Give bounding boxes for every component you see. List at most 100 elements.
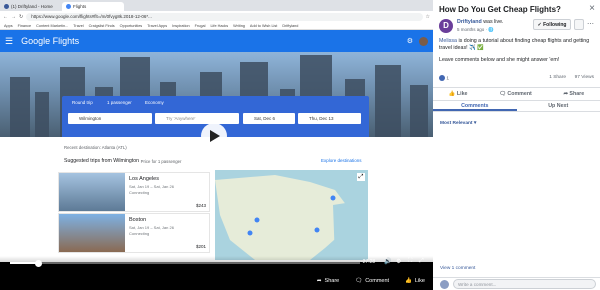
menu-icon[interactable]: ☰ xyxy=(5,36,13,47)
browser-tab[interactable]: (1) Driftyland - Home xyxy=(0,2,62,11)
bookmark[interactable]: Finance xyxy=(18,22,32,29)
bookmark[interactable]: Driftyland xyxy=(282,22,298,29)
bookmark[interactable]: Content Marketin... xyxy=(36,22,68,29)
share-label: Share xyxy=(324,278,340,284)
video-action-bar: ➦ Share 🗨 Comment 👍 Like xyxy=(0,272,433,290)
sort-label: Most Relevant xyxy=(440,121,473,126)
time-remaining: -27:28 xyxy=(361,259,376,265)
star-icon[interactable]: ☆ xyxy=(426,14,430,20)
bookmark[interactable]: Inspiration xyxy=(172,22,190,29)
post-status: was live. xyxy=(483,19,504,25)
destinations-map[interactable]: ⤢ xyxy=(215,170,368,260)
trip-card[interactable]: Boston Sat, Jan 19 – Sat, Jan 26 Connect… xyxy=(58,213,210,253)
progress-bar[interactable] xyxy=(10,259,360,267)
reload-icon[interactable]: ↻ xyxy=(19,14,23,20)
comment-input[interactable]: Write a comment... xyxy=(453,279,596,289)
comment-composer: Write a comment... xyxy=(433,277,600,290)
avatar[interactable] xyxy=(419,36,428,46)
post-message: Melissa is doing a tutorial about findin… xyxy=(439,38,595,52)
destination-field[interactable]: Try 'Anywhere' xyxy=(155,113,239,124)
facebook-icon xyxy=(4,4,9,9)
more-options-icon[interactable]: ⋯ xyxy=(587,20,594,28)
trip-type-select[interactable]: Round trip xyxy=(72,100,93,105)
explore-destinations-link[interactable]: Explore destinations xyxy=(321,158,362,163)
settings-icon[interactable]: ⚙ xyxy=(407,37,413,45)
recent-destination[interactable]: Recent destination: Atlanta (ATL) xyxy=(64,145,127,150)
comment-button[interactable]: 🗨 Comment xyxy=(355,278,389,284)
suggested-heading: Suggested trips from Wilmington xyxy=(64,158,139,164)
tab-label: (1) Driftyland - Home xyxy=(11,4,53,9)
bookmark[interactable]: Travel Apps xyxy=(147,22,167,29)
map-pin[interactable] xyxy=(314,227,320,233)
trip-dates: Sat, Jan 19 – Sat, Jan 26 xyxy=(129,184,174,189)
sort-comments-dropdown[interactable]: Most Relevant ▾ xyxy=(440,121,476,126)
share-button[interactable]: ➦ Share xyxy=(317,278,339,284)
trip-city: Boston xyxy=(129,217,147,223)
bookmark[interactable]: Life Hacks xyxy=(210,22,228,29)
expand-icon[interactable]: ⤢ xyxy=(419,258,424,265)
tab-up-next[interactable]: Up Next xyxy=(517,101,600,111)
trip-stops: Connecting xyxy=(129,190,150,195)
share-count[interactable]: 1 Share xyxy=(549,75,566,80)
close-icon[interactable]: × xyxy=(589,3,595,14)
globe-icon: 🌐 xyxy=(488,27,494,32)
bookmark[interactable]: Add to Wish List xyxy=(250,22,277,29)
volume-icon[interactable]: 🔊 xyxy=(384,258,391,265)
play-button[interactable] xyxy=(201,123,227,149)
passenger-select[interactable]: 1 passenger xyxy=(107,100,132,105)
like-reaction-icon xyxy=(439,75,445,81)
post-comment-label: Comment xyxy=(507,91,532,97)
trip-city: Los Angeles xyxy=(129,176,159,182)
trip-card[interactable]: Los Angeles Sat, Jan 19 – Sat, Jan 26 Co… xyxy=(58,172,210,212)
settings-icon[interactable]: ⚙ xyxy=(396,258,401,265)
post-like-button[interactable]: 👍 Like xyxy=(449,91,468,97)
tab-comments[interactable]: Comments xyxy=(433,101,517,111)
price-note: · Price for 1 passenger xyxy=(138,158,182,164)
chevron-down-icon: ▾ xyxy=(473,121,477,126)
origin-field[interactable]: Wilmington xyxy=(68,113,152,124)
url-field[interactable]: https://www.google.com/flights#flt=/m/0f… xyxy=(26,12,423,21)
page-avatar[interactable]: D xyxy=(439,19,453,33)
bookmark[interactable]: Apps xyxy=(4,22,13,29)
cabin-select[interactable]: Economy xyxy=(145,100,164,105)
comment-label: Comment xyxy=(365,278,390,284)
video-player[interactable]: (1) Driftyland - Home Flights ← → ↻ http… xyxy=(0,0,433,290)
post-stats: 1 1 Share 97 Views xyxy=(439,75,594,83)
like-button[interactable]: 👍 Like xyxy=(405,278,425,284)
post-share-button[interactable]: ➦ Share xyxy=(564,91,585,97)
fullscreen-icon[interactable]: ⛶ xyxy=(408,258,412,265)
view-comments-link[interactable]: View 1 comment xyxy=(440,266,475,271)
map-pin[interactable] xyxy=(254,217,260,223)
depart-date-field[interactable]: Sat, Dec 6 xyxy=(243,113,295,124)
trip-price: $201 xyxy=(195,244,206,249)
post-actions: 👍 Like 🗨 Comment ➦ Share xyxy=(433,87,600,100)
back-icon[interactable]: ← xyxy=(3,14,8,20)
reactions[interactable]: 1 xyxy=(439,75,449,81)
forward-icon[interactable]: → xyxy=(11,14,16,20)
like-icon: 👍 xyxy=(405,278,412,284)
map-pin[interactable] xyxy=(247,230,253,236)
following-button[interactable]: ✓ Following xyxy=(533,19,571,30)
expand-map-icon[interactable]: ⤢ xyxy=(357,173,365,181)
flights-icon xyxy=(66,4,71,9)
comments-tabs: Comments Up Next xyxy=(433,100,600,112)
tagged-user[interactable]: Melissa xyxy=(439,38,457,44)
bookmark[interactable]: Writing xyxy=(233,22,245,29)
bookmark[interactable]: Opportunities xyxy=(120,22,143,29)
post-time[interactable]: 5 months ago · 🌐 xyxy=(457,27,494,33)
comment-icon: 🗨 xyxy=(355,278,363,284)
reaction-count: 1 xyxy=(446,76,450,82)
notification-bell-icon[interactable] xyxy=(574,19,584,30)
page-name[interactable]: Driftyland was live. xyxy=(457,19,504,25)
bookmarks-bar: Apps Finance Content Marketin... Travel … xyxy=(0,22,433,30)
map-pin[interactable] xyxy=(330,195,336,201)
post-comment-button[interactable]: 🗨 Comment xyxy=(499,91,532,97)
bookmark[interactable]: Craigslist Finds xyxy=(89,22,115,29)
bookmark[interactable]: Frugal xyxy=(195,22,206,29)
brand-title: Google Flights xyxy=(21,36,80,46)
return-date-field[interactable]: Thu, Dec 13 xyxy=(298,113,361,124)
bookmark[interactable]: Travel xyxy=(73,22,83,29)
browser-tab-active[interactable]: Flights xyxy=(62,2,124,11)
progress-knob[interactable] xyxy=(34,259,42,267)
facebook-post-panel: How Do You Get Cheap Flights? × D Drifty… xyxy=(433,0,600,290)
